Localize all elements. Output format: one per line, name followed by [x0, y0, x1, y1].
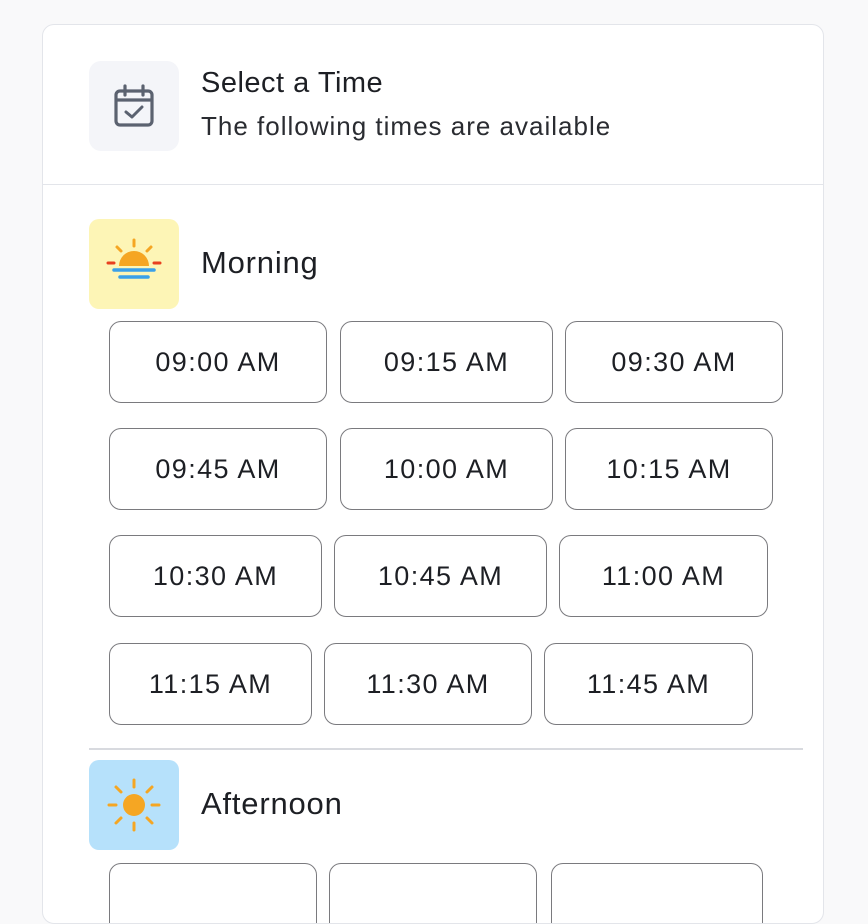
- card-header: Select a Time The following times are av…: [43, 25, 823, 185]
- sun-icon: [89, 760, 179, 850]
- time-slot-button[interactable]: 10:45 AM: [334, 535, 547, 617]
- sunrise-icon: [89, 219, 179, 309]
- time-slot-button[interactable]: 10:15 AM: [565, 428, 773, 510]
- time-slot-button[interactable]: [329, 863, 537, 923]
- section-divider: [89, 748, 803, 750]
- afternoon-section-title: Afternoon: [201, 786, 343, 821]
- time-slot-button[interactable]: 11:45 AM: [544, 643, 753, 725]
- calendar-check-icon: [89, 61, 179, 151]
- time-slot-button[interactable]: 09:45 AM: [109, 428, 327, 510]
- morning-section-title: Morning: [201, 245, 319, 280]
- time-slot-button[interactable]: 11:30 AM: [324, 643, 532, 725]
- time-slot-button[interactable]: 11:15 AM: [109, 643, 312, 725]
- time-slot-button[interactable]: 10:00 AM: [340, 428, 553, 510]
- time-slot-button[interactable]: 10:30 AM: [109, 535, 322, 617]
- time-slot-button[interactable]: 09:00 AM: [109, 321, 327, 403]
- time-slot-button[interactable]: [109, 863, 317, 923]
- time-slot-button[interactable]: 11:00 AM: [559, 535, 768, 617]
- time-slot-button[interactable]: 09:15 AM: [340, 321, 553, 403]
- time-slot-button[interactable]: 09:30 AM: [565, 321, 783, 403]
- header-title: Select a Time: [201, 67, 384, 99]
- time-slot-button[interactable]: [551, 863, 763, 923]
- time-picker-card: Select a Time The following times are av…: [42, 24, 824, 924]
- header-subtitle: The following times are available: [201, 111, 612, 141]
